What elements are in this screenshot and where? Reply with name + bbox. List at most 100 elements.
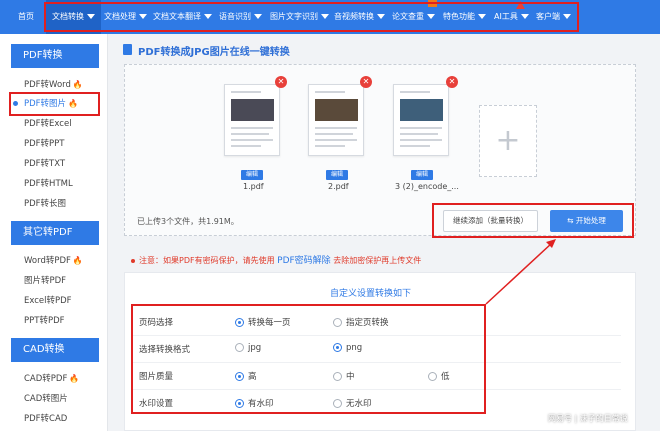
chevron-down-icon bbox=[139, 14, 147, 19]
text-line bbox=[400, 127, 442, 129]
sidebar-item-pdf-to-cad[interactable]: PDF转CAD bbox=[24, 410, 67, 428]
sidebar-item-image-to-pdf[interactable]: 图片转PDF bbox=[24, 272, 66, 290]
text-line bbox=[231, 145, 261, 147]
page-image bbox=[400, 99, 443, 121]
remove-file-icon[interactable]: ✕ bbox=[275, 76, 287, 88]
upload-status: 已上传3个文件，共1.91M。 bbox=[137, 217, 239, 226]
sidebar-item-label: CAD转PDF bbox=[24, 374, 68, 384]
notice-prefix: 注意：如果PDF有密码保护，请先使用 bbox=[139, 256, 275, 265]
text-line bbox=[231, 133, 269, 135]
fire-icon: 🔥 bbox=[69, 374, 80, 383]
sidebar-item-label: PDF转Word bbox=[24, 80, 71, 90]
continue-add-button[interactable]: 继续添加（批量转换） bbox=[443, 210, 538, 232]
sidebar-item-label: PPT转PDF bbox=[24, 316, 65, 326]
remove-file-icon[interactable]: ✕ bbox=[446, 76, 458, 88]
nav-label: 文档处理 bbox=[104, 12, 136, 21]
start-button[interactable]: ⇆ 开始处理 bbox=[550, 210, 623, 232]
chevron-down-icon bbox=[478, 14, 486, 19]
sidebar-item-cad-to-image[interactable]: CAD转图片 bbox=[24, 390, 68, 408]
file-thumbnail[interactable] bbox=[308, 84, 364, 156]
add-file-button[interactable]: + bbox=[479, 105, 537, 177]
nav-label: 文档文本翻译 bbox=[153, 12, 201, 21]
chevron-down-icon bbox=[427, 14, 435, 19]
sidebar-item-excel-to-pdf[interactable]: Excel转PDF bbox=[24, 292, 72, 310]
chevron-down-icon bbox=[87, 14, 95, 19]
page-image bbox=[231, 99, 274, 121]
start-button-label: 开始处理 bbox=[575, 216, 606, 225]
edit-button[interactable]: 编辑 bbox=[326, 170, 348, 180]
nav-home-label: 首页 bbox=[18, 12, 34, 21]
sidebar-item-pdf-to-txt[interactable]: PDF转TXT bbox=[24, 155, 65, 173]
sidebar-item-label: PDF转PPT bbox=[24, 139, 65, 149]
nav-doc-convert[interactable]: 文档转换 bbox=[46, 0, 101, 34]
file-thumbnail[interactable] bbox=[393, 84, 449, 156]
hot-badge-icon bbox=[516, 1, 525, 9]
nav-label: AI工具 bbox=[494, 12, 518, 21]
nav-features[interactable]: 特色功能 bbox=[443, 0, 486, 34]
nav-doc-process[interactable]: 文档处理 bbox=[104, 0, 147, 34]
settings-annotation-box bbox=[131, 304, 486, 414]
sidebar-section-title: 其它转PDF bbox=[11, 221, 99, 245]
text-line bbox=[400, 145, 430, 147]
sidebar-item-label: PDF转CAD bbox=[24, 414, 68, 424]
nav-label: 特色功能 bbox=[443, 12, 475, 21]
file-thumbnail[interactable] bbox=[224, 84, 280, 156]
remove-file-icon[interactable]: ✕ bbox=[360, 76, 372, 88]
nav-client[interactable]: 客户端 bbox=[536, 0, 571, 34]
text-line bbox=[315, 127, 357, 129]
chevron-down-icon bbox=[563, 14, 571, 19]
chevron-down-icon bbox=[520, 14, 529, 19]
text-line bbox=[231, 139, 273, 141]
nav-label: 文档转换 bbox=[52, 12, 84, 21]
sidebar-item-label: PDF转TXT bbox=[24, 159, 66, 169]
sidebar-item-label: Excel转PDF bbox=[24, 296, 72, 306]
nav-translate[interactable]: 文档文本翻译 bbox=[153, 0, 212, 34]
text-line bbox=[400, 139, 442, 141]
sidebar-section-title: CAD转换 bbox=[11, 338, 99, 362]
nav-ocr[interactable]: 图片文字识别 bbox=[270, 0, 329, 34]
nav-home[interactable]: 首页 bbox=[18, 0, 34, 34]
nav-label: 语音识别 bbox=[219, 12, 251, 21]
nav-speech[interactable]: 语音识别 bbox=[219, 0, 262, 34]
fire-icon: 🔥 bbox=[72, 256, 83, 265]
sidebar-annotation-box bbox=[9, 92, 100, 116]
sidebar-item-pdf-to-html[interactable]: PDF转HTML bbox=[24, 175, 73, 193]
text-line bbox=[315, 139, 357, 141]
edit-button[interactable]: 编辑 bbox=[241, 170, 263, 180]
nav-label: 图片文字识别 bbox=[270, 12, 318, 21]
text-line bbox=[315, 145, 345, 147]
watermark: 网易号 | 沫子的日常说 bbox=[548, 414, 628, 423]
text-line bbox=[400, 91, 430, 93]
file-name: 1.pdf bbox=[243, 182, 264, 191]
sidebar-section-title: PDF转换 bbox=[11, 44, 99, 68]
bullet-icon bbox=[131, 258, 135, 263]
edit-button[interactable]: 编辑 bbox=[411, 170, 433, 180]
sidebar-item-pdf-to-longimage[interactable]: PDF转长图 bbox=[24, 195, 66, 213]
chevron-down-icon bbox=[204, 14, 212, 19]
sidebar-item-cad-to-pdf[interactable]: CAD转PDF 🔥 bbox=[24, 370, 79, 388]
password-notice: 注意：如果PDF有密码保护，请先使用 PDF密码解除 去除加密保护再上传文件 bbox=[131, 253, 421, 266]
nav-label: 客户端 bbox=[536, 12, 560, 21]
sidebar-item-pdf-to-ppt[interactable]: PDF转PPT bbox=[24, 135, 65, 153]
text-line bbox=[231, 127, 273, 129]
sidebar-item-label: PDF转Excel bbox=[24, 119, 72, 129]
sidebar-item-pdf-to-excel[interactable]: PDF转Excel bbox=[24, 115, 72, 133]
sidebar-item-label: PDF转HTML bbox=[24, 179, 73, 189]
plus-icon: + bbox=[495, 123, 521, 158]
text-line bbox=[400, 133, 438, 135]
text-line bbox=[315, 91, 345, 93]
pdf-password-remove-link[interactable]: PDF密码解除 bbox=[277, 256, 331, 266]
chevron-down-icon bbox=[254, 14, 262, 19]
hot-badge-icon bbox=[428, 0, 437, 7]
sidebar-item-label: 图片转PDF bbox=[24, 276, 67, 286]
sidebar-item-label: Word转PDF bbox=[24, 256, 71, 266]
sidebar-item-word-to-pdf[interactable]: Word转PDF 🔥 bbox=[24, 252, 83, 270]
refresh-icon: ⇆ bbox=[567, 216, 576, 225]
notice-suffix: 去除加密保护再上传文件 bbox=[333, 256, 422, 265]
page-image bbox=[315, 99, 358, 121]
top-nav: 首页 文档转换 文档处理 文档文本翻译 语音识别 图片文字识别 音视频转换 论文… bbox=[0, 0, 660, 34]
nav-av-convert[interactable]: 音视频转换 bbox=[334, 0, 385, 34]
settings-title: 自定义设置转换如下 bbox=[330, 289, 412, 299]
sidebar-item-ppt-to-pdf[interactable]: PPT转PDF bbox=[24, 312, 65, 330]
file-name: 3 (2)_encode_... bbox=[395, 182, 459, 191]
